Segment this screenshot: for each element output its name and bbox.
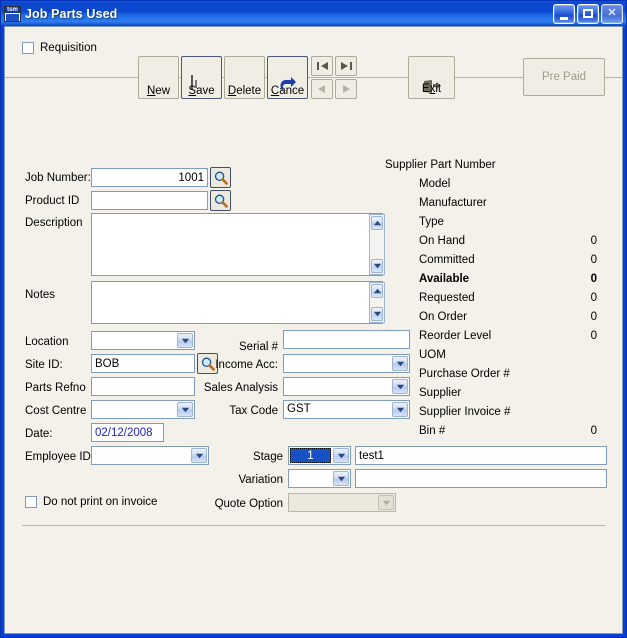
stage-value: 1: [290, 448, 331, 463]
reorder-level-value: 0: [545, 330, 597, 343]
sales-analysis-value: [287, 378, 389, 395]
committed-value: 0: [545, 254, 597, 267]
serial-label: Serial #: [158, 341, 278, 354]
notes-textarea[interactable]: [91, 281, 383, 324]
part-info-panel: Supplier Part Number Model Manufacturer …: [385, 156, 623, 441]
stage-combo[interactable]: 1: [288, 446, 351, 465]
form-area: Job Number: Product ID Description Notes…: [5, 78, 622, 443]
uom-label: UOM: [419, 349, 446, 362]
cost-centre-label: Cost Centre: [25, 405, 86, 418]
quote-option-label: Quote Option: [175, 498, 283, 511]
maximize-button[interactable]: [577, 4, 599, 24]
on-order-value: 0: [545, 311, 597, 324]
type-label: Type: [419, 216, 444, 229]
description-label: Description: [25, 217, 83, 230]
description-value: [92, 214, 382, 218]
last-record-button[interactable]: [335, 56, 357, 76]
model-label: Model: [419, 178, 450, 191]
last-record-icon: [340, 61, 353, 71]
quote-option-value: [292, 494, 375, 511]
first-record-button[interactable]: [311, 56, 333, 76]
job-number-lookup-button[interactable]: [210, 167, 231, 188]
tax-code-label: Tax Code: [158, 405, 278, 418]
do-not-print-checkbox[interactable]: [25, 496, 37, 508]
stage-description-input[interactable]: [355, 446, 607, 465]
product-id-input[interactable]: [91, 191, 208, 210]
variation-combo[interactable]: [288, 469, 351, 488]
scroll-down-icon[interactable]: [371, 307, 383, 321]
requested-value: 0: [545, 292, 597, 305]
client-area: Requisition New Save Delete: [4, 26, 623, 634]
bin-label: Bin #: [419, 425, 445, 438]
titlebar[interactable]: tsm Job Parts Used ✕: [1, 1, 626, 26]
app-icon: tsm: [4, 6, 21, 22]
do-not-print-checkbox-group[interactable]: Do not print on invoice: [25, 496, 157, 508]
first-record-icon: [316, 61, 329, 71]
notes-value: [92, 282, 382, 286]
notes-scrollbar[interactable]: [369, 282, 385, 323]
location-label: Location: [25, 336, 68, 349]
supplier-invoice-label: Supplier Invoice #: [419, 406, 510, 419]
magnifier-icon: [214, 194, 228, 208]
chevron-down-icon[interactable]: [333, 471, 349, 486]
close-button[interactable]: ✕: [601, 4, 623, 24]
bin-value: 0: [545, 425, 597, 438]
window-controls: ✕: [553, 4, 623, 24]
available-value: 0: [545, 273, 597, 286]
variation-value: [292, 470, 330, 487]
quote-option-combo[interactable]: [288, 493, 396, 512]
magnifier-icon: [214, 171, 228, 185]
close-icon: ✕: [602, 5, 622, 23]
window-title: Job Parts Used: [25, 7, 553, 21]
site-id-label: Site ID:: [25, 359, 63, 372]
do-not-print-label: Do not print on invoice: [43, 496, 157, 508]
minimize-icon: [554, 5, 574, 23]
product-id-lookup-button[interactable]: [210, 190, 231, 211]
scroll-up-icon[interactable]: [371, 284, 383, 298]
notes-label: Notes: [25, 289, 55, 302]
maximize-icon: [578, 5, 598, 23]
manufacturer-label: Manufacturer: [419, 197, 487, 210]
job-number-input[interactable]: [91, 168, 208, 187]
product-id-label: Product ID: [25, 195, 79, 208]
chevron-down-icon[interactable]: [333, 448, 349, 463]
description-textarea[interactable]: [91, 213, 383, 276]
chevron-down-icon[interactable]: [378, 495, 394, 510]
requested-label: Requested: [419, 292, 475, 305]
date-label: Date:: [25, 428, 53, 441]
stage-label: Stage: [175, 451, 283, 464]
scroll-down-icon[interactable]: [371, 259, 383, 273]
job-number-label: Job Number:: [25, 172, 91, 185]
job-parts-used-window: tsm Job Parts Used ✕ Requisition: [0, 0, 627, 638]
purchase-order-label: Purchase Order #: [419, 368, 510, 381]
section-divider: [22, 525, 605, 526]
parts-refno-label: Parts Refno: [25, 382, 86, 395]
income-acc-value: [287, 355, 389, 372]
sales-analysis-label: Sales Analysis: [158, 382, 278, 395]
date-input[interactable]: [91, 423, 164, 442]
variation-label: Variation: [175, 474, 283, 487]
reorder-level-label: Reorder Level: [419, 330, 491, 343]
app-icon-body: [6, 14, 19, 21]
requisition-label: Requisition: [40, 42, 97, 54]
toolbar: Requisition New Save Delete: [5, 27, 622, 78]
variation-description-input[interactable]: [355, 469, 607, 488]
on-hand-label: On Hand: [419, 235, 465, 248]
available-label: Available: [419, 273, 469, 286]
supplier-label: Supplier: [419, 387, 461, 400]
scroll-up-icon[interactable]: [371, 216, 383, 230]
on-hand-value: 0: [545, 235, 597, 248]
on-order-label: On Order: [419, 311, 467, 324]
requisition-checkbox-group[interactable]: Requisition: [22, 42, 97, 54]
income-acc-label: Income Acc:: [158, 359, 278, 372]
requisition-checkbox[interactable]: [22, 42, 34, 54]
description-scrollbar[interactable]: [369, 214, 385, 275]
tax-code-value: GST: [287, 401, 389, 418]
committed-label: Committed: [419, 254, 475, 267]
supplier-part-number-label: Supplier Part Number: [385, 159, 496, 172]
employee-id-label: Employee ID:: [25, 451, 94, 464]
app-icon-label: tsm: [5, 7, 20, 13]
minimize-button[interactable]: [553, 4, 575, 24]
